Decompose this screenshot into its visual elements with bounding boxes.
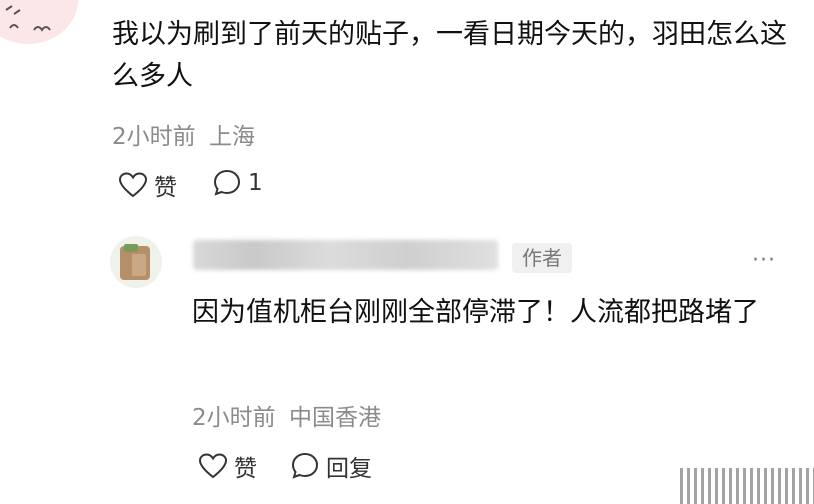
reply-count: 1 bbox=[248, 170, 263, 196]
reply-text: 因为值机柜台刚刚全部停滞了！人流都把路堵了 bbox=[192, 297, 759, 328]
comment-time: 2小时前 bbox=[112, 124, 196, 150]
reply-label: 回复 bbox=[326, 456, 372, 482]
reply-author-name-blurred[interactable] bbox=[193, 240, 498, 270]
heart-icon bbox=[118, 172, 148, 198]
author-badge: 作者 bbox=[512, 243, 572, 273]
comment-meta: 2小时前 上海 bbox=[112, 117, 255, 151]
comment-reply-count-button[interactable]: 1 bbox=[212, 168, 263, 198]
reply-meta: 2小时前 中国香港 bbox=[192, 398, 381, 432]
reply-button[interactable]: 回复 bbox=[290, 449, 372, 483]
commenter-avatar[interactable] bbox=[0, 0, 78, 44]
comment-bubble-icon bbox=[213, 169, 241, 196]
more-options-button[interactable]: ··· bbox=[752, 248, 776, 273]
reply-like-button[interactable]: 赞 bbox=[198, 449, 257, 483]
cute-face-icon bbox=[5, 5, 51, 32]
reply-location: 中国香港 bbox=[288, 405, 381, 431]
reply-author-avatar[interactable] bbox=[110, 236, 162, 288]
heart-icon bbox=[198, 453, 228, 479]
like-label: 赞 bbox=[234, 456, 257, 482]
avatar-image-icon bbox=[120, 244, 150, 280]
comment-bubble-icon bbox=[291, 452, 319, 479]
comment-like-button[interactable]: 赞 bbox=[118, 168, 177, 202]
comment-location: 上海 bbox=[208, 124, 255, 150]
comment-text: 我以为刷到了前天的贴子，一看日期今天的，羽田怎么这么多人 bbox=[112, 19, 787, 92]
like-label: 赞 bbox=[154, 175, 177, 201]
reply-time: 2小时前 bbox=[192, 405, 276, 431]
watermark bbox=[680, 468, 814, 504]
